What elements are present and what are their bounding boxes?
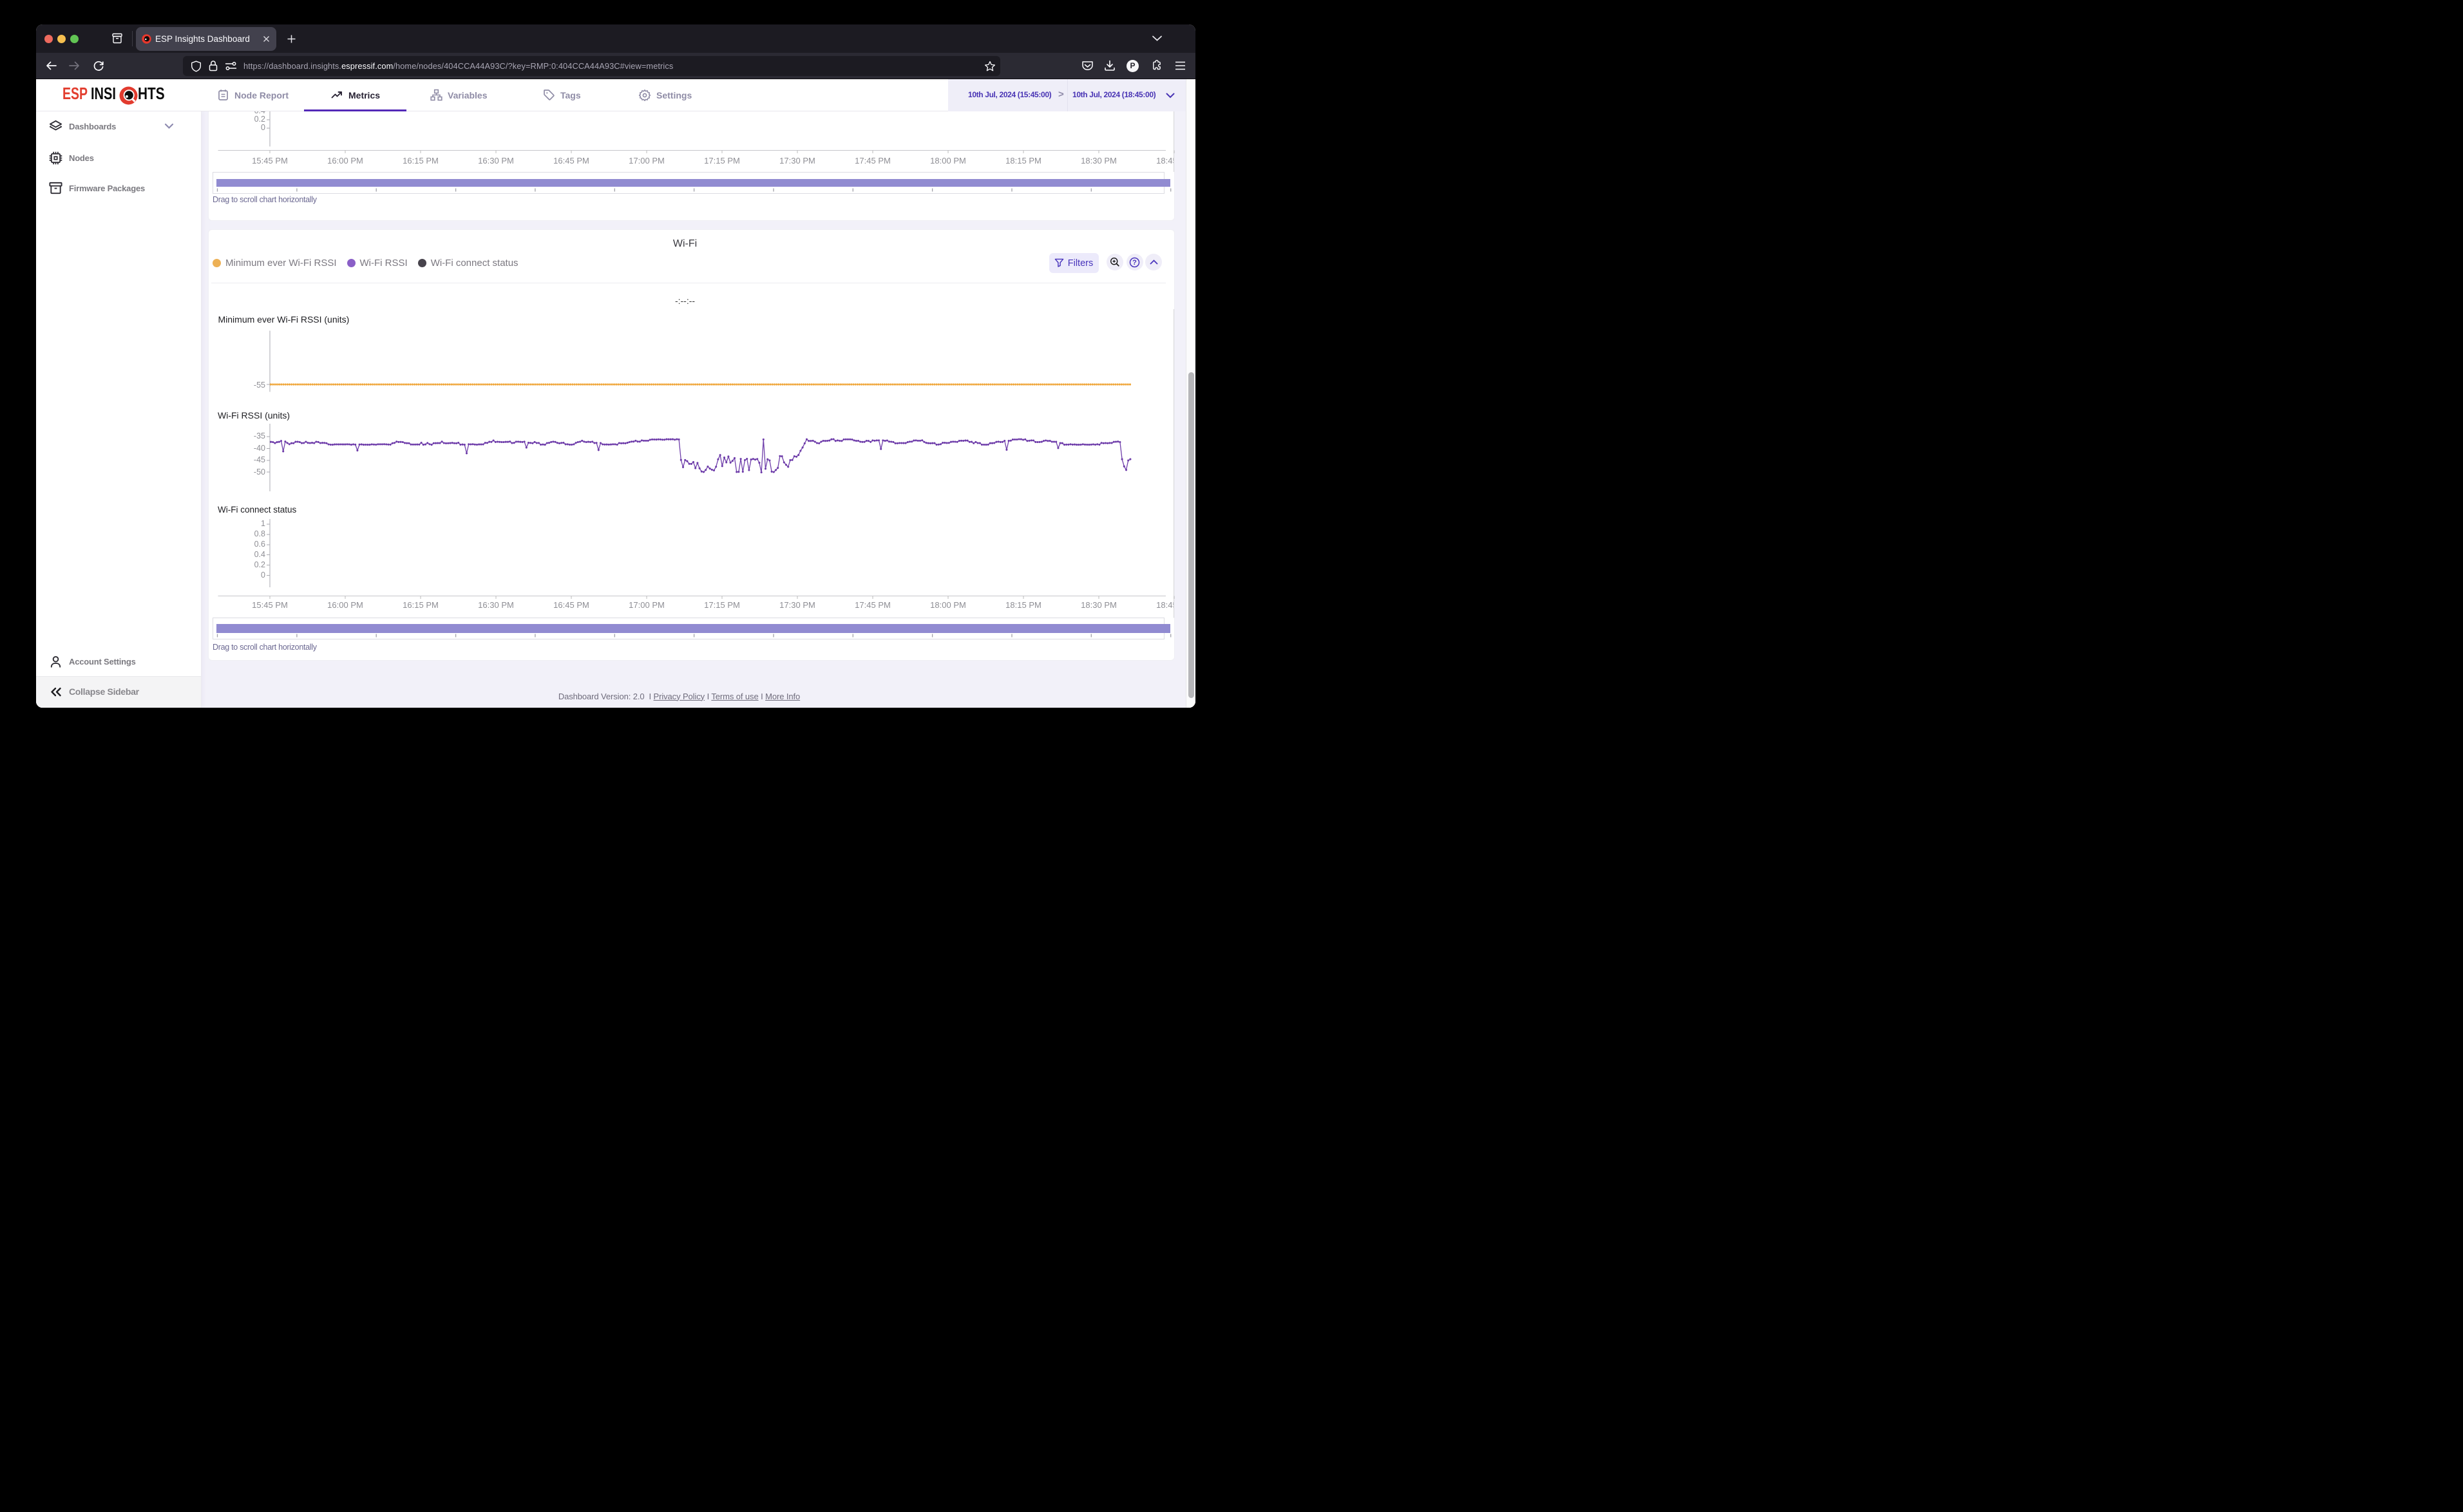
svg-text:?: ? — [1132, 259, 1137, 267]
